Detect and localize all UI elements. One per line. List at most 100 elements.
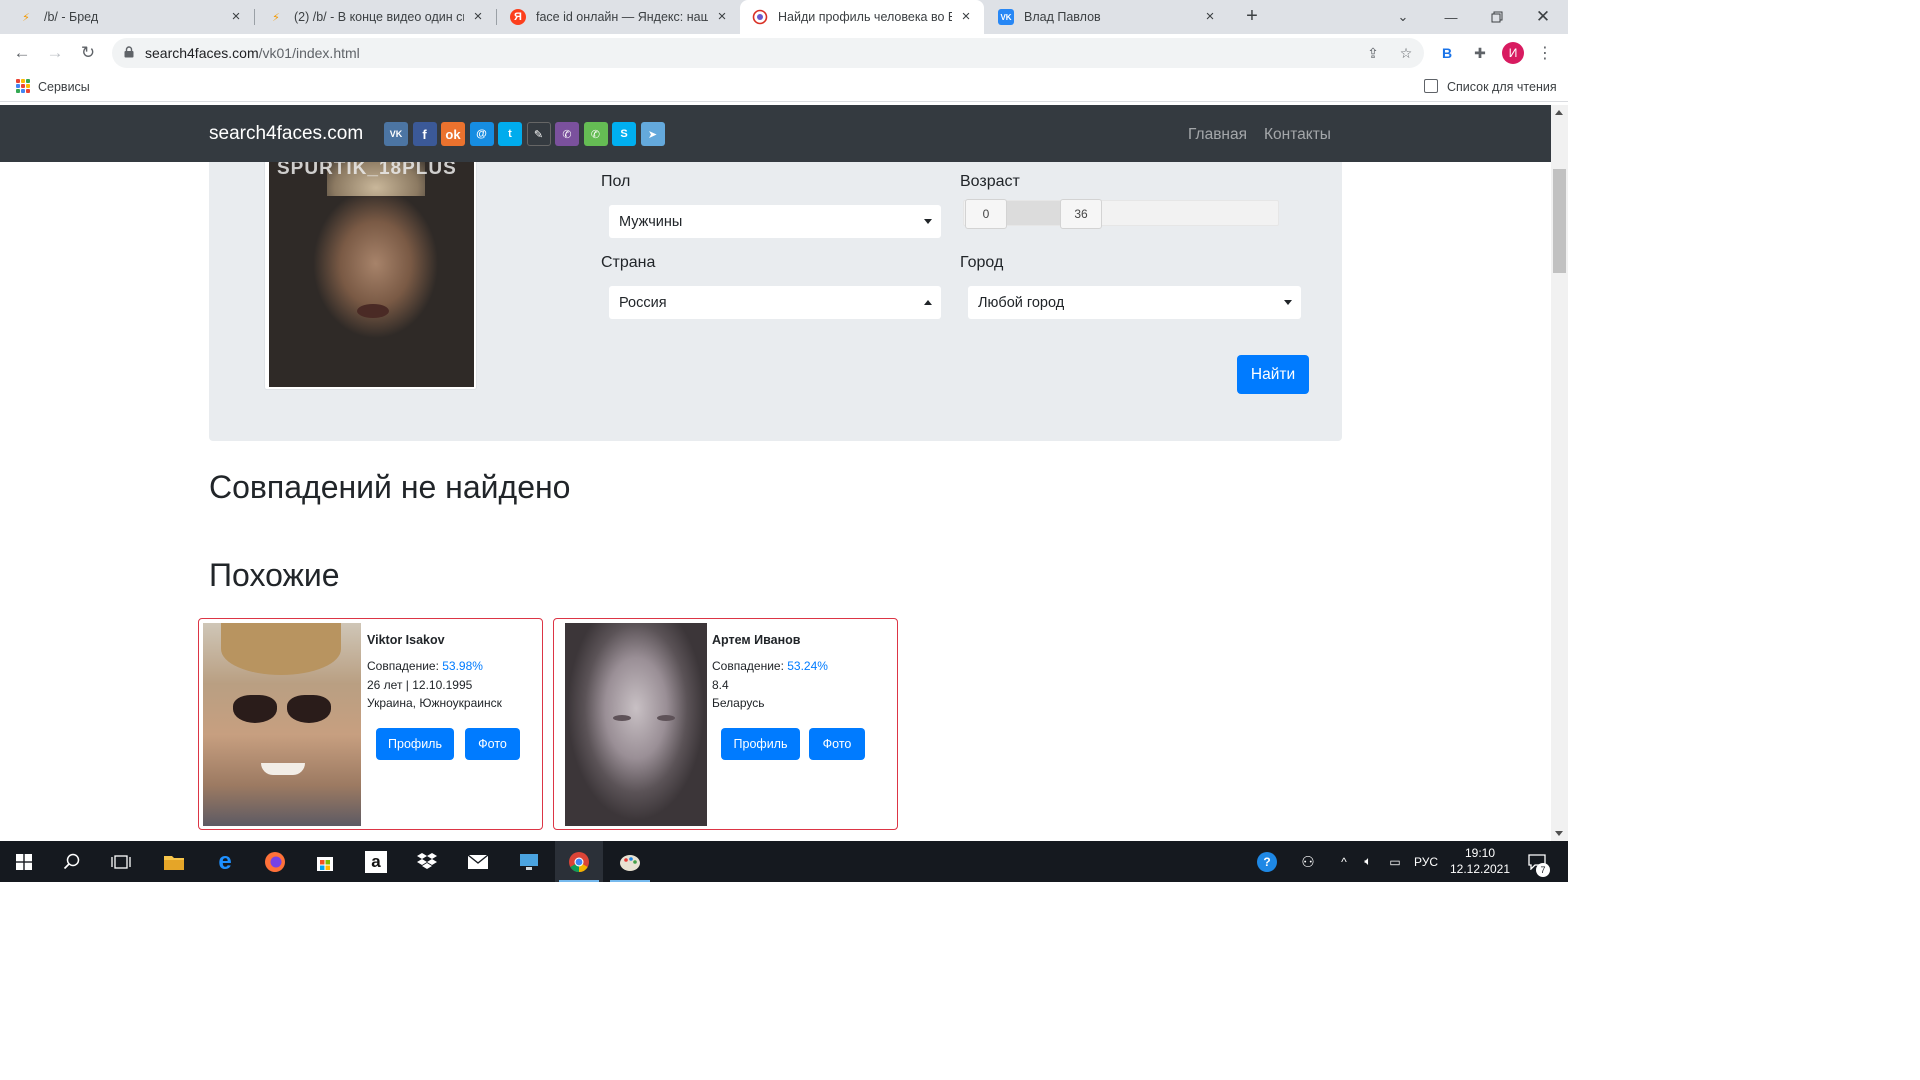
extension-b-icon[interactable]: B	[1436, 42, 1458, 64]
result-match: Совпадение: 53.98%	[367, 659, 483, 673]
profile-button[interactable]: Профиль	[376, 728, 454, 760]
photo-sunglasses	[233, 695, 333, 725]
age-range-slider[interactable]: 0 36	[963, 199, 1279, 229]
close-icon[interactable]: ×	[1202, 9, 1218, 25]
url-host: search4faces.com	[145, 45, 259, 61]
store-icon[interactable]	[301, 841, 349, 882]
viber-icon[interactable]: ✆	[555, 122, 579, 146]
dropbox-icon[interactable]	[403, 841, 451, 882]
bookmark-star-icon[interactable]: ☆	[1395, 42, 1417, 64]
uploaded-photo: SPURTIK_18PLUS	[264, 149, 477, 390]
tab-title: Влад Павлов	[1024, 10, 1101, 24]
browser-tab-5[interactable]: VK Влад Павлов ×	[984, 0, 1228, 34]
address-bar[interactable]: search4faces.com/vk01/index.html ⇪ ☆	[112, 38, 1424, 68]
vk-icon[interactable]: VK	[384, 122, 408, 146]
mailru-icon[interactable]: @	[469, 122, 494, 146]
restore-button[interactable]	[1474, 0, 1520, 34]
photo-button[interactable]: Фото	[809, 728, 865, 760]
country-select-value: Россия	[619, 295, 667, 311]
lightning-icon: ⚡	[22, 11, 30, 24]
notifications-icon[interactable]: 7	[1522, 841, 1552, 882]
city-select-value: Любой город	[978, 295, 1065, 311]
apps-bookmark-label[interactable]: Сервисы	[38, 80, 90, 94]
close-window-button[interactable]: ✕	[1520, 0, 1566, 34]
minimize-button[interactable]: —	[1428, 0, 1474, 34]
scroll-down-arrow-icon[interactable]	[1555, 831, 1563, 836]
photo-button[interactable]: Фото	[465, 728, 520, 760]
help-icon[interactable]: ?	[1252, 841, 1282, 882]
desktop-app-icon[interactable]	[505, 841, 553, 882]
windows-start-icon[interactable]	[0, 841, 48, 882]
age-label: Возраст	[960, 173, 1020, 190]
similar-heading: Похожие	[209, 557, 340, 593]
result-name: Артем Иванов	[712, 633, 801, 647]
reading-list-icon[interactable]	[1424, 79, 1438, 93]
back-arrow-icon[interactable]: ←	[9, 40, 35, 66]
gender-select[interactable]: Мужчины	[609, 205, 941, 238]
browser-tab-2[interactable]: ⚡ (2) /b/ - В конце видео один спо ×	[254, 0, 496, 34]
caret-down-icon	[1284, 300, 1292, 305]
extensions-puzzle-icon[interactable]: ✚	[1469, 42, 1491, 64]
search-submit-button[interactable]: Найти	[1237, 355, 1309, 394]
close-icon[interactable]: ×	[958, 9, 974, 25]
language-indicator[interactable]: РУС	[1410, 841, 1442, 882]
edge-icon[interactable]: e	[201, 841, 249, 882]
mail-icon[interactable]	[454, 841, 502, 882]
share-icon[interactable]: ⇪	[1362, 42, 1384, 64]
photo-eyes	[613, 715, 677, 721]
result-card: Артем Иванов Совпадение: 53.24% 8.4 Бела…	[553, 618, 898, 830]
caret-down-icon	[924, 219, 932, 224]
close-icon[interactable]: ×	[714, 9, 730, 25]
search-icon[interactable]	[48, 841, 96, 882]
nav-home-link[interactable]: Главная	[1188, 126, 1247, 144]
country-label: Страна	[601, 254, 656, 271]
site-brand-link[interactable]: search4faces.com	[209, 123, 363, 145]
result-age: 8.4	[712, 678, 729, 692]
browser-tab-3[interactable]: Я face id онлайн — Яндекс: нашло ×	[496, 0, 740, 34]
browser-tab-1[interactable]: ⚡ /b/ - Бред ×	[0, 0, 254, 34]
paint-icon[interactable]	[606, 841, 654, 882]
livejournal-icon[interactable]: ✎	[526, 122, 551, 146]
task-view-icon[interactable]	[97, 841, 145, 882]
firefox-icon[interactable]	[251, 841, 299, 882]
reload-icon[interactable]: ↻	[75, 40, 101, 66]
new-tab-button[interactable]: +	[1240, 5, 1264, 29]
whatsapp-icon[interactable]: ✆	[583, 122, 608, 146]
telegram-icon[interactable]: ➤	[640, 122, 665, 146]
browser-toolbar: ← → ↻ search4faces.com/vk01/index.html ⇪…	[0, 34, 1568, 72]
reading-list-label[interactable]: Список для чтения	[1447, 80, 1557, 94]
browser-tab-4-active[interactable]: Найди профиль человека во Вк ×	[740, 0, 984, 34]
gender-select-value: Мужчины	[619, 214, 683, 230]
age-max-handle[interactable]: 36	[1060, 199, 1102, 229]
odnoklassniki-icon[interactable]: ok	[441, 122, 465, 146]
twitter-icon[interactable]: t	[498, 122, 522, 146]
chrome-icon[interactable]	[555, 841, 603, 882]
tray-expand-chevron-icon[interactable]: ^	[1334, 841, 1354, 882]
network-icon[interactable]: ▭	[1384, 841, 1406, 882]
facebook-icon[interactable]: f	[412, 122, 437, 146]
forward-arrow-icon[interactable]: →	[42, 40, 68, 66]
notification-count-badge: 7	[1536, 863, 1550, 877]
menu-kebab-icon[interactable]: ⋮	[1534, 42, 1556, 64]
close-icon[interactable]: ×	[228, 9, 244, 25]
skype-icon[interactable]: S	[612, 122, 636, 146]
nav-contacts-link[interactable]: Контакты	[1264, 126, 1331, 144]
taskbar-clock[interactable]: 19:10 12.12.2021	[1448, 845, 1512, 877]
people-icon[interactable]: ⚇	[1294, 841, 1322, 882]
profile-button[interactable]: Профиль	[721, 728, 800, 760]
amazon-icon[interactable]: a	[352, 841, 400, 882]
age-min-handle[interactable]: 0	[965, 199, 1007, 229]
city-select[interactable]: Любой город	[968, 286, 1301, 319]
volume-icon[interactable]: 🔈︎	[1358, 841, 1378, 882]
country-select[interactable]: Россия	[609, 286, 941, 319]
tab-search-chevron-icon[interactable]: ⌄	[1380, 0, 1426, 34]
apps-grid-icon[interactable]	[16, 79, 30, 93]
profile-avatar[interactable]: И	[1502, 42, 1524, 64]
close-icon[interactable]: ×	[470, 9, 486, 25]
page-scrollbar[interactable]	[1551, 105, 1568, 841]
tab-title: Найди профиль человека во Вк	[778, 10, 952, 24]
scroll-up-arrow-icon[interactable]	[1555, 110, 1563, 115]
scrollbar-thumb[interactable]	[1553, 169, 1566, 273]
file-explorer-icon[interactable]	[150, 841, 198, 882]
result-photo	[203, 623, 361, 826]
